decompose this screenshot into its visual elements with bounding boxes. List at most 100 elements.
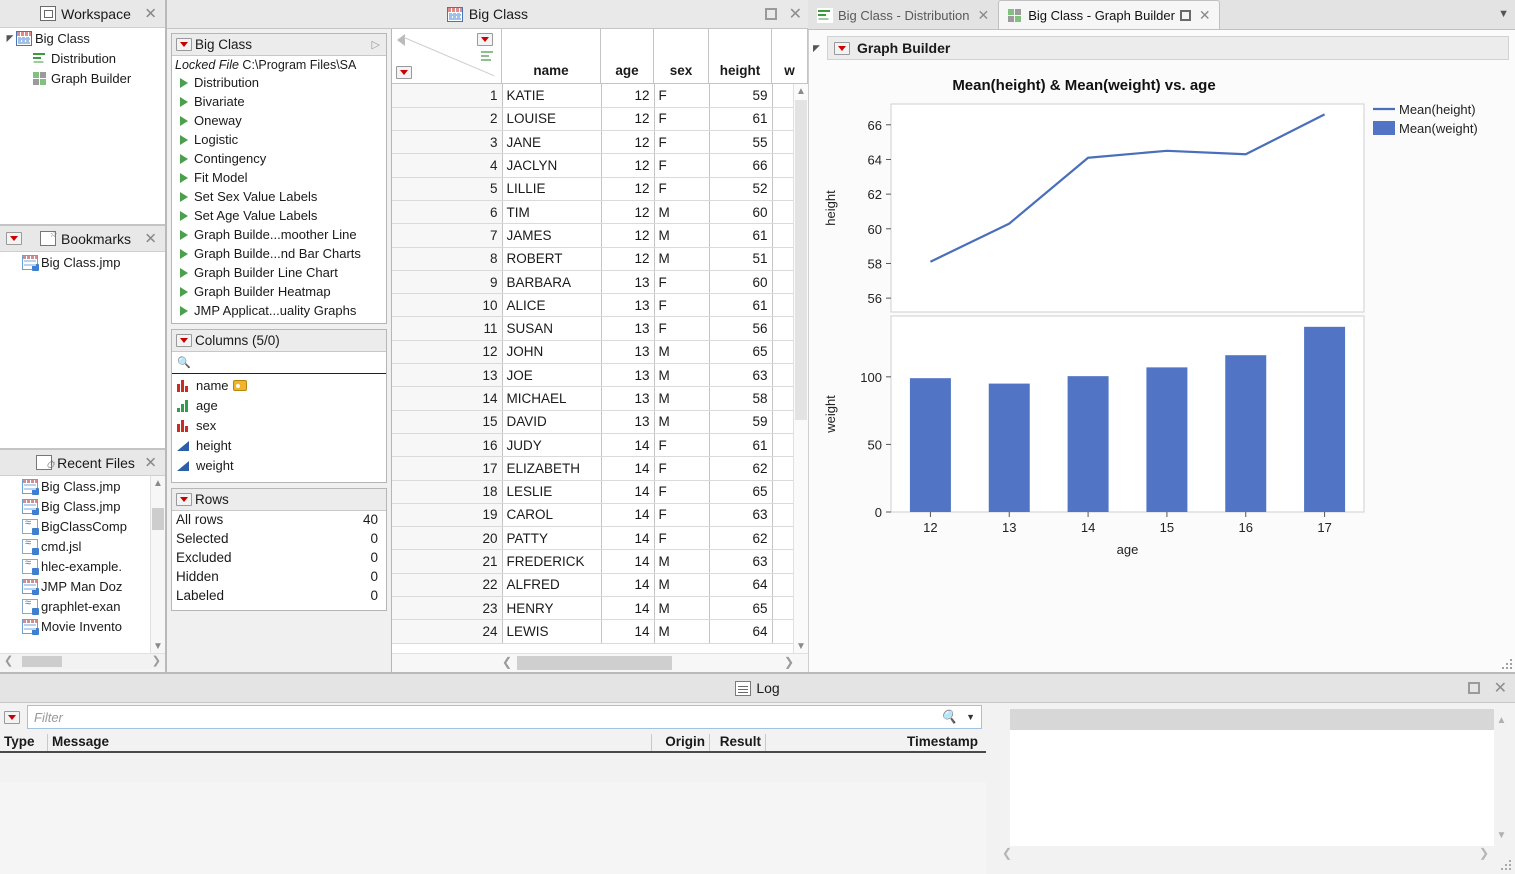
table-cell[interactable]: 12 [392,340,502,363]
table-row[interactable]: 4JACLYN12F66 [392,154,808,177]
table-cell[interactable]: 14 [601,433,654,456]
table-cell[interactable]: 64 [709,620,772,643]
log-col-type[interactable]: Type [0,734,48,751]
table-cell[interactable]: JACLYN [502,154,601,177]
column-item-height[interactable]: height [172,435,386,455]
scrollbar-thumb[interactable] [795,100,807,420]
table-cell[interactable]: M [654,200,709,223]
table-cell[interactable]: 14 [601,480,654,503]
table-cell[interactable]: 14 [601,550,654,573]
log-col-result[interactable]: Result [710,734,766,751]
table-cell[interactable]: 14 [601,503,654,526]
table-cell[interactable]: 13 [601,294,654,317]
table-cell[interactable]: 12 [601,131,654,154]
list-item[interactable]: cmd.jsl [0,536,150,556]
table-cell[interactable]: 4 [392,154,502,177]
table-cell[interactable]: 13 [601,387,654,410]
table-cell[interactable]: F [654,457,709,480]
column-item-name[interactable]: name [172,375,386,395]
bar-13[interactable] [989,384,1030,512]
bar-16[interactable] [1225,355,1266,512]
table-cell[interactable]: 14 [601,573,654,596]
table-row[interactable]: 8ROBERT12M51 [392,247,808,270]
table-cell[interactable]: 24 [392,620,502,643]
table-cell[interactable]: 13 [601,317,654,340]
table-cell[interactable]: 63 [709,364,772,387]
table-cell[interactable]: F [654,480,709,503]
table-cell[interactable]: F [654,317,709,340]
scroll-left-icon[interactable]: ❮ [1002,846,1012,860]
table-cell[interactable]: 56 [709,317,772,340]
scroll-right-icon[interactable]: ❯ [152,654,161,667]
table-cell[interactable]: F [654,84,709,107]
table-cell[interactable]: 63 [709,503,772,526]
tree-item-graph-builder[interactable]: Graph Builder [0,68,165,88]
table-cell[interactable]: F [654,503,709,526]
bookmarks-menu-icon[interactable] [6,232,22,245]
filter-menu-icon[interactable] [4,711,20,724]
chevron-down-icon[interactable]: ▼ [966,712,975,722]
filter-input[interactable]: Filter 🔍 ▼ [27,705,982,729]
script-item[interactable]: Set Age Value Labels [172,206,386,225]
table-cell[interactable]: ALFRED [502,573,601,596]
table-cell[interactable]: 55 [709,131,772,154]
table-cell[interactable]: BARBARA [502,270,601,293]
run-script-icon[interactable] [180,287,188,297]
table-cell[interactable]: M [654,620,709,643]
table-cell[interactable]: 61 [709,224,772,247]
tab-distribution[interactable]: Big Class - Distribution ✕ [808,0,998,29]
table-cell[interactable]: 8 [392,247,502,270]
table-cell[interactable]: 52 [709,177,772,200]
table-row[interactable]: 16JUDY14F61 [392,433,808,456]
list-item[interactable]: Movie Invento [0,616,150,636]
table-cell[interactable]: 65 [709,597,772,620]
table-row[interactable]: 14MICHAEL13M58 [392,387,808,410]
table-cell[interactable]: DAVID [502,410,601,433]
bookmarks-close-icon[interactable]: ✕ [144,231,157,246]
table-row[interactable]: 24LEWIS14M64 [392,620,808,643]
log-detail-hscrollbar[interactable]: ❮ ❯ [992,846,1509,862]
script-item[interactable]: Oneway [172,111,386,130]
run-script-icon[interactable] [180,230,188,240]
table-cell[interactable]: 63 [709,550,772,573]
table-cell[interactable]: JUDY [502,433,601,456]
table-cell[interactable]: 14 [601,527,654,550]
table-cell[interactable]: 60 [709,200,772,223]
column-item-age[interactable]: age [172,395,386,415]
scroll-down-icon[interactable]: ▼ [151,639,165,653]
table-cell[interactable]: 22 [392,573,502,596]
table-cell[interactable]: F [654,107,709,130]
table-cell[interactable]: 6 [392,200,502,223]
maximize-icon[interactable] [1468,682,1480,694]
table-cell[interactable]: FREDERICK [502,550,601,573]
table-cell[interactable]: LEWIS [502,620,601,643]
table-cell[interactable]: 12 [601,247,654,270]
close-icon[interactable]: ✕ [978,7,990,24]
table-cell[interactable]: 51 [709,247,772,270]
list-item[interactable]: graphlet-exan [0,596,150,616]
recent-files-scrollbar[interactable]: ▲ ▼ [150,476,165,653]
table-cell[interactable]: F [654,131,709,154]
table-cell[interactable]: 59 [709,84,772,107]
table-cell[interactable]: 13 [601,410,654,433]
table-cell[interactable]: 20 [392,527,502,550]
scrollbar-thumb[interactable] [517,656,672,670]
table-cell[interactable]: JOE [502,364,601,387]
scrollbar-thumb[interactable] [152,508,164,530]
table-cell[interactable]: LESLIE [502,480,601,503]
rows-menu-icon[interactable] [396,66,412,79]
search-icon[interactable]: 🔍 [941,709,957,725]
scroll-left-icon[interactable]: ❮ [4,654,13,667]
table-cell[interactable]: HENRY [502,597,601,620]
table-cell[interactable]: 13 [601,270,654,293]
run-script-icon[interactable] [180,154,188,164]
script-item[interactable]: Contingency [172,149,386,168]
table-cell[interactable]: 5 [392,177,502,200]
scroll-down-icon[interactable]: ▼ [794,639,808,653]
table-cell[interactable]: SUSAN [502,317,601,340]
table-cell[interactable]: F [654,154,709,177]
column-header-height[interactable]: height [709,29,772,83]
table-row[interactable]: 13JOE13M63 [392,364,808,387]
grid-hscrollbar[interactable]: ❮ ❯ [392,653,808,672]
list-item[interactable]: Big Class.jmp [0,476,150,496]
